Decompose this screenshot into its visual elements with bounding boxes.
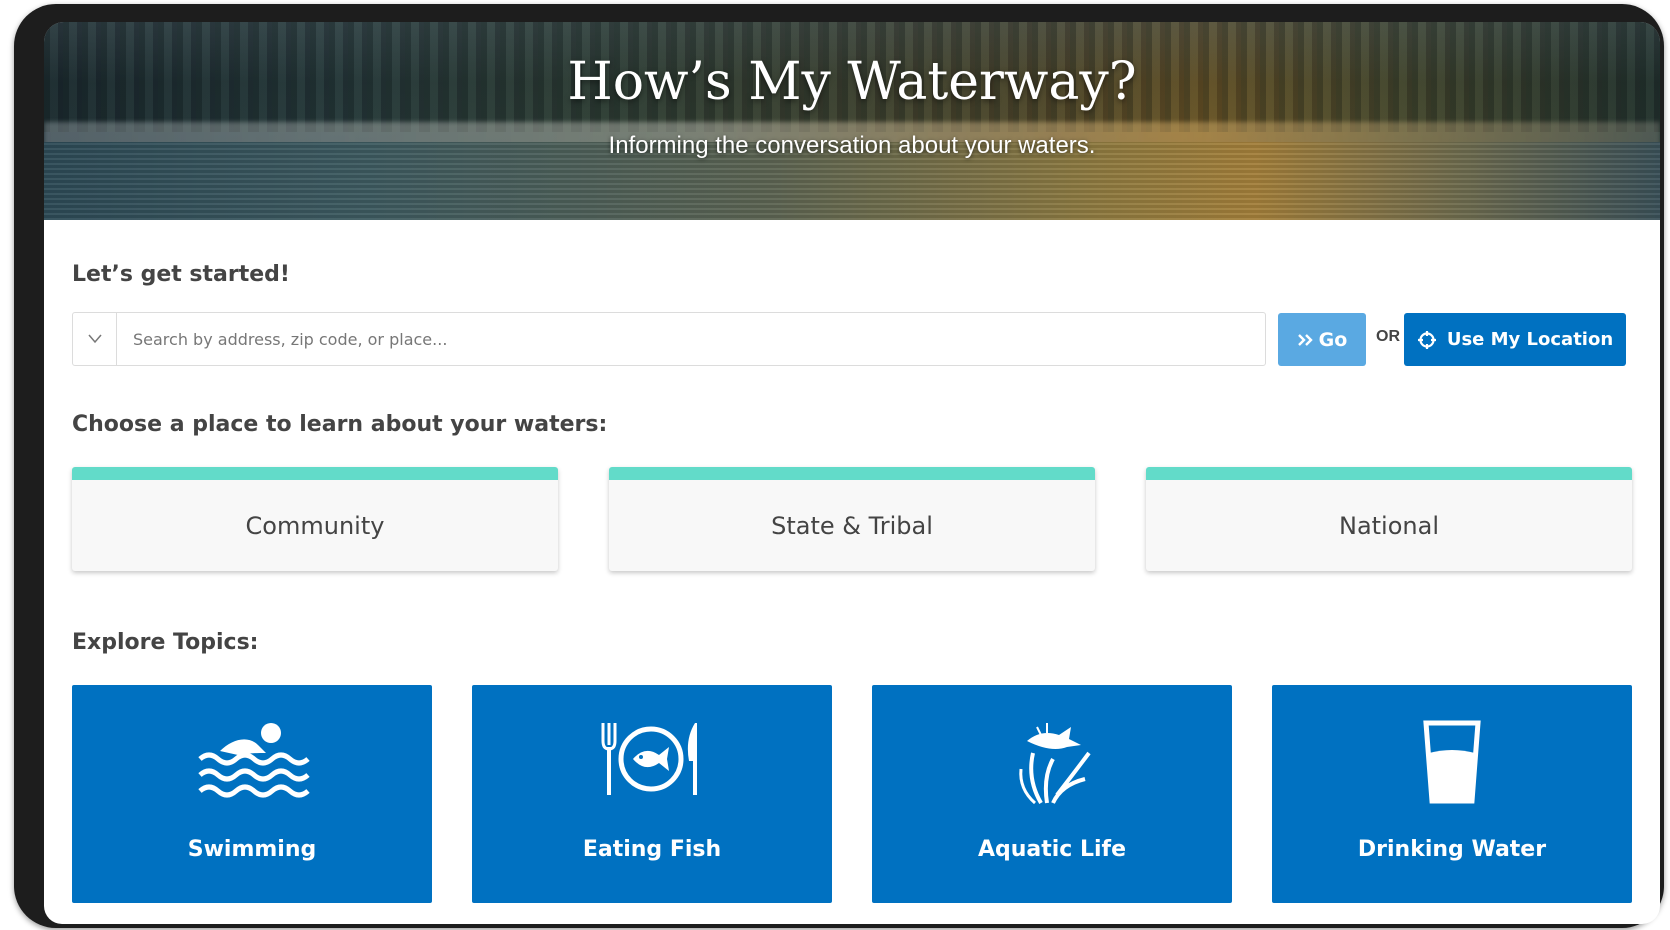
double-chevron-right-icon [1297, 333, 1313, 346]
search-input[interactable] [117, 313, 1265, 365]
go-button[interactable]: Go [1278, 313, 1366, 366]
topic-swimming[interactable]: Swimming [72, 685, 432, 903]
topic-aquatic-life[interactable]: Aquatic Life [872, 685, 1232, 903]
search-source-dropdown[interactable] [73, 313, 117, 365]
topic-drinking-water[interactable]: Drinking Water [1272, 685, 1632, 903]
choose-place-heading: Choose a place to learn about your water… [72, 412, 608, 437]
go-button-label: Go [1318, 328, 1348, 351]
explore-topics-heading: Explore Topics: [72, 630, 259, 655]
water-glass-icon [1423, 720, 1481, 804]
fish-plate-icon [601, 723, 697, 795]
device-frame: How’s My Waterway? Informing the convers… [14, 4, 1664, 928]
topic-eating-fish[interactable]: Eating Fish [472, 685, 832, 903]
swimming-icon [198, 723, 310, 798]
hero-banner: How’s My Waterway? Informing the convers… [44, 22, 1660, 220]
topic-drinking-water-label: Drinking Water [1357, 837, 1547, 862]
app-screen: How’s My Waterway? Informing the convers… [44, 22, 1660, 924]
page-title: How’s My Waterway? [567, 52, 1137, 112]
use-my-location-button[interactable]: Use My Location [1404, 313, 1626, 366]
place-card-state-tribal[interactable]: State & Tribal [609, 467, 1095, 571]
aquatic-life-icon [1019, 723, 1091, 805]
get-started-heading: Let’s get started! [72, 262, 290, 287]
or-separator: OR [1376, 328, 1400, 345]
topic-aquatic-life-label: Aquatic Life [977, 837, 1127, 862]
topic-eating-fish-label: Eating Fish [582, 837, 722, 862]
crosshair-icon [1417, 330, 1436, 349]
page-subtitle: Informing the conversation about your wa… [608, 132, 1096, 159]
place-card-community[interactable]: Community [72, 467, 558, 571]
use-my-location-label: Use My Location [1446, 329, 1614, 350]
topic-swimming-label: Swimming [187, 837, 317, 862]
search-box [72, 312, 1266, 366]
place-card-national[interactable]: National [1146, 467, 1632, 571]
chevron-down-icon [87, 334, 102, 344]
